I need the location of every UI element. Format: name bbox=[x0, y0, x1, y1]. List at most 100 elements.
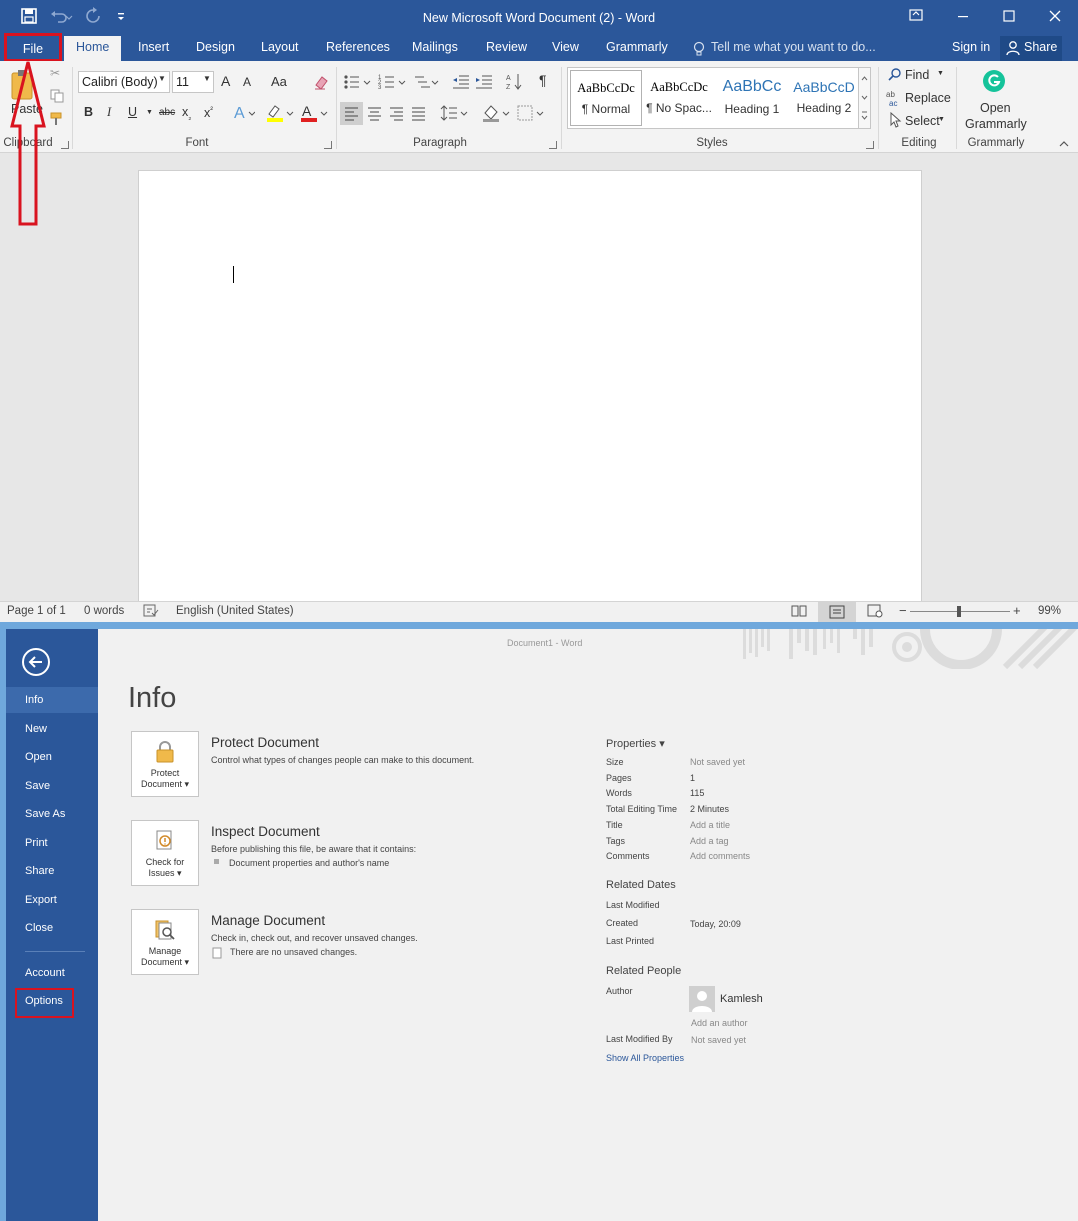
style-no-spacing[interactable]: AaBbCcDc ¶ No Spac... bbox=[643, 70, 715, 126]
shading-icon[interactable] bbox=[482, 103, 510, 123]
font-launcher-icon[interactable] bbox=[324, 141, 332, 149]
font-color-icon[interactable]: A bbox=[300, 103, 328, 123]
prop-comments-value[interactable]: Add comments bbox=[690, 851, 750, 861]
proofing-icon[interactable] bbox=[143, 604, 159, 618]
tab-view[interactable]: View bbox=[552, 40, 579, 54]
increase-indent-icon[interactable] bbox=[475, 73, 493, 91]
read-mode-icon[interactable] bbox=[791, 604, 807, 618]
open-grammarly-label-2[interactable]: Grammarly bbox=[965, 117, 1027, 131]
select-cursor-icon[interactable] bbox=[888, 112, 902, 128]
style-heading-1[interactable]: AaBbCc Heading 1 bbox=[716, 70, 788, 126]
line-spacing-icon[interactable] bbox=[440, 103, 468, 123]
sort-icon[interactable]: AZ bbox=[506, 72, 524, 92]
nav-print[interactable]: Print bbox=[6, 830, 98, 856]
back-button[interactable] bbox=[22, 648, 50, 676]
nav-open[interactable]: Open bbox=[6, 744, 98, 770]
tab-mailings[interactable]: Mailings bbox=[412, 40, 458, 54]
tab-review[interactable]: Review bbox=[486, 40, 527, 54]
chevron-down-icon[interactable]: ▼ bbox=[158, 74, 166, 83]
chevron-down-icon[interactable]: ▼ bbox=[938, 116, 945, 123]
highlight-icon[interactable] bbox=[266, 103, 294, 123]
find-icon[interactable] bbox=[887, 67, 903, 83]
nav-save[interactable]: Save bbox=[6, 773, 98, 799]
nav-save-as[interactable]: Save As bbox=[6, 801, 98, 827]
multilevel-list-icon[interactable] bbox=[413, 73, 441, 91]
change-case-button[interactable]: Aa bbox=[271, 74, 287, 89]
align-center-icon[interactable] bbox=[363, 102, 386, 125]
shrink-font-button[interactable]: A bbox=[243, 75, 251, 89]
web-layout-icon[interactable] bbox=[867, 604, 883, 618]
ribbon-display-options-icon[interactable] bbox=[896, 3, 936, 29]
show-all-properties-link[interactable]: Show All Properties bbox=[606, 1053, 684, 1063]
collapse-ribbon-icon[interactable] bbox=[1058, 139, 1070, 149]
align-left-button[interactable] bbox=[340, 102, 363, 125]
check-for-issues-button[interactable]: Check for Issues ▾ bbox=[131, 820, 199, 886]
decrease-indent-icon[interactable] bbox=[452, 73, 470, 91]
zoom-level[interactable]: 99% bbox=[1038, 605, 1061, 617]
borders-icon[interactable] bbox=[516, 103, 544, 123]
language[interactable]: English (United States) bbox=[176, 605, 294, 617]
minimize-icon[interactable] bbox=[943, 3, 983, 29]
justify-icon[interactable] bbox=[407, 102, 430, 125]
nav-info[interactable]: Info bbox=[6, 687, 98, 713]
subscript-button[interactable]: x₂ bbox=[182, 105, 191, 122]
close-window-icon[interactable] bbox=[1035, 3, 1075, 29]
tell-me-search[interactable]: Tell me what you want to do... bbox=[711, 40, 876, 54]
protect-document-button[interactable]: Protect Document ▾ bbox=[131, 731, 199, 797]
chevron-down-icon[interactable]: ▼ bbox=[146, 109, 153, 116]
clipboard-launcher-icon[interactable] bbox=[61, 141, 69, 149]
zoom-slider-thumb[interactable] bbox=[957, 606, 961, 617]
clear-formatting-icon[interactable] bbox=[312, 73, 330, 91]
bullets-icon[interactable] bbox=[343, 73, 373, 91]
zoom-out-button[interactable]: − bbox=[899, 603, 907, 618]
show-formatting-icon[interactable]: ¶ bbox=[539, 72, 547, 88]
document-page[interactable] bbox=[138, 170, 922, 601]
superscript-button[interactable]: x² bbox=[204, 105, 213, 120]
paragraph-launcher-icon[interactable] bbox=[549, 141, 557, 149]
chevron-down-icon[interactable]: ▼ bbox=[937, 70, 944, 77]
nav-export[interactable]: Export bbox=[6, 887, 98, 913]
text-effects-icon[interactable]: A bbox=[233, 103, 255, 123]
replace-button[interactable]: Replace bbox=[905, 91, 951, 105]
prop-title-value[interactable]: Add a title bbox=[690, 820, 730, 830]
font-name-combo[interactable]: Calibri (Body) bbox=[78, 71, 170, 93]
tab-design[interactable]: Design bbox=[196, 40, 235, 54]
chevron-down-icon[interactable]: ▼ bbox=[203, 74, 211, 83]
replace-icon[interactable]: ab ac bbox=[886, 89, 904, 107]
italic-button[interactable]: I bbox=[107, 105, 111, 120]
manage-document-button[interactable]: Manage Document ▾ bbox=[131, 909, 199, 975]
open-grammarly-label-1[interactable]: Open bbox=[980, 101, 1011, 115]
styles-scroll[interactable] bbox=[858, 67, 871, 129]
tab-layout[interactable]: Layout bbox=[261, 40, 299, 54]
tab-grammarly[interactable]: Grammarly bbox=[606, 40, 668, 54]
prop-tags-value[interactable]: Add a tag bbox=[690, 836, 729, 846]
format-painter-icon[interactable] bbox=[50, 112, 64, 126]
numbering-icon[interactable]: 123 bbox=[378, 73, 408, 91]
page-count[interactable]: Page 1 of 1 bbox=[7, 605, 66, 617]
bold-button[interactable]: B bbox=[84, 105, 93, 119]
zoom-in-button[interactable]: + bbox=[1013, 603, 1021, 618]
tab-insert[interactable]: Insert bbox=[138, 40, 169, 54]
nav-new[interactable]: New bbox=[6, 716, 98, 742]
author-name[interactable]: Kamlesh bbox=[720, 993, 763, 1005]
grammarly-icon[interactable] bbox=[982, 69, 1006, 93]
underline-button[interactable]: U bbox=[128, 105, 137, 119]
find-button[interactable]: Find bbox=[905, 68, 929, 82]
select-button[interactable]: Select bbox=[905, 114, 940, 128]
nav-account[interactable]: Account bbox=[6, 960, 98, 986]
share-button[interactable]: Share bbox=[1000, 36, 1062, 61]
print-layout-button[interactable] bbox=[818, 602, 856, 622]
nav-share[interactable]: Share bbox=[6, 858, 98, 884]
grow-font-button[interactable]: A bbox=[221, 73, 230, 89]
cut-icon[interactable]: ✂ bbox=[50, 66, 60, 80]
style-heading-2[interactable]: AaBbCcD Heading 2 bbox=[788, 70, 860, 126]
maximize-icon[interactable] bbox=[989, 3, 1029, 29]
properties-heading[interactable]: Properties ▾ bbox=[606, 737, 665, 750]
add-author-link[interactable]: Add an author bbox=[691, 1018, 748, 1028]
style-normal[interactable]: AaBbCcDc ¶ Normal bbox=[570, 70, 642, 126]
copy-icon[interactable] bbox=[50, 89, 64, 103]
styles-launcher-icon[interactable] bbox=[866, 141, 874, 149]
nav-close[interactable]: Close bbox=[6, 915, 98, 941]
sign-in-link[interactable]: Sign in bbox=[952, 40, 990, 54]
strikethrough-button[interactable]: abc bbox=[159, 107, 175, 118]
